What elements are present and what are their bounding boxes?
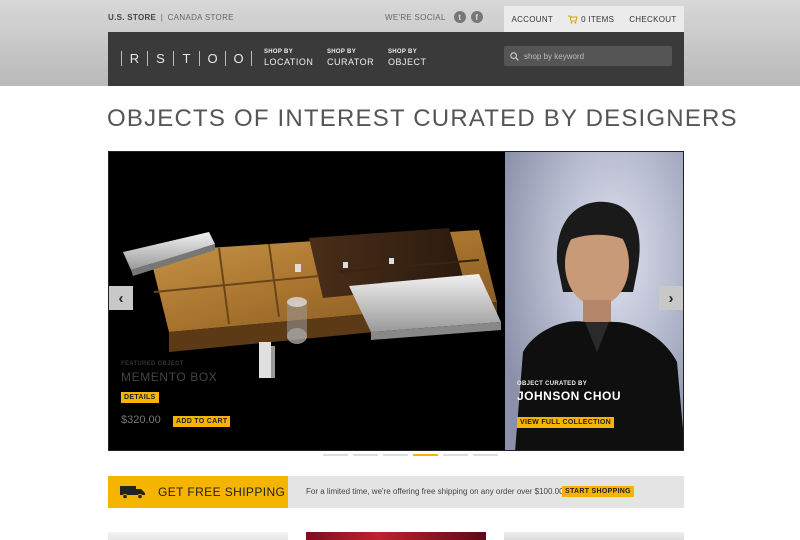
nav-link-big: LOCATION	[264, 57, 314, 67]
chevron-left-icon: ‹	[118, 289, 124, 307]
truck-icon	[120, 486, 145, 499]
nav-link-big: OBJECT	[388, 57, 427, 67]
account-link[interactable]: ACCOUNT	[511, 15, 553, 24]
logo[interactable]: R S T O O	[118, 51, 255, 66]
hero-carousel: FEATURED OBJECT MEMENTO BOX DETAILS $320…	[108, 151, 684, 451]
free-shipping-callout: GET FREE SHIPPING	[108, 476, 288, 508]
store-separator: |	[160, 13, 164, 22]
page-headline: OBJECTS OF INTEREST CURATED BY DESIGNERS	[107, 105, 738, 132]
details-button[interactable]: DETAILS	[121, 392, 159, 403]
carousel-next-arrow[interactable]: ›	[659, 286, 683, 310]
nav-shop-by-curator[interactable]: SHOP BY CURATOR	[327, 49, 374, 67]
twitter-icon[interactable]: t	[453, 11, 466, 23]
free-shipping-text: For a limited time, we're offering free …	[306, 487, 566, 496]
curator-panel: OBJECT CURATED BY JOHNSON CHOU VIEW FULL…	[505, 152, 683, 450]
carousel-pager	[323, 454, 498, 456]
nav-shop-by-location[interactable]: SHOP BY LOCATION	[264, 49, 313, 67]
logo-letter: T	[182, 51, 191, 66]
store-switcher: U.S. STORE | CANADA STORE	[108, 13, 234, 22]
start-shopping-button[interactable]: START SHOPPING	[562, 486, 634, 497]
featured-price: $320.00	[121, 414, 161, 426]
carousel-dot[interactable]	[443, 454, 468, 456]
nav-link-small: SHOP BY	[327, 49, 356, 55]
social-links: WE'RE SOCIAL t f	[385, 11, 483, 23]
search-icon	[510, 51, 519, 61]
cart-count: 0 ITEMS	[581, 14, 615, 24]
featured-object-panel: FEATURED OBJECT MEMENTO BOX DETAILS $320…	[109, 152, 505, 450]
memento-box-image	[123, 228, 501, 378]
carousel-dot[interactable]	[473, 454, 498, 456]
nav-link-small: SHOP BY	[264, 49, 293, 55]
social-label: WE'RE SOCIAL	[385, 12, 446, 22]
nav-link-small: SHOP BY	[388, 49, 417, 55]
product-thumbnail[interactable]	[108, 532, 288, 540]
carousel-dot[interactable]	[323, 454, 348, 456]
us-store-link[interactable]: U.S. STORE	[108, 13, 156, 22]
nav-link-big: CURATOR	[327, 57, 375, 67]
logo-letter: S	[156, 51, 165, 66]
carousel-dot[interactable]	[353, 454, 378, 456]
logo-divider	[121, 51, 122, 66]
logo-letter: O	[233, 51, 244, 66]
search-box	[504, 46, 672, 66]
facebook-icon[interactable]: f	[470, 11, 483, 23]
logo-letter: R	[129, 51, 140, 66]
carousel-prev-arrow[interactable]: ‹	[109, 286, 133, 310]
logo-divider	[225, 51, 226, 66]
cart-icon	[568, 15, 578, 24]
featured-object-title: MEMENTO BOX	[121, 370, 218, 384]
logo-divider	[147, 51, 148, 66]
chevron-right-icon: ›	[668, 289, 674, 307]
curator-name: JOHNSON CHOU	[517, 389, 622, 403]
curator-portrait	[515, 201, 683, 450]
logo-divider	[199, 51, 200, 66]
checkout-link[interactable]: CHECKOUT	[629, 15, 676, 24]
account-bar: ACCOUNT 0 ITEMS CHECKOUT	[504, 6, 684, 32]
search-input[interactable]	[524, 51, 664, 61]
cart-link[interactable]: 0 ITEMS	[568, 15, 614, 24]
main-nav: R S T O O SHOP BY LOCATION SHOP BY CURAT…	[108, 32, 684, 86]
carousel-dot[interactable]	[383, 454, 408, 456]
add-to-cart-button[interactable]: ADD TO CART	[173, 416, 231, 427]
view-full-collection-button[interactable]: VIEW FULL COLLECTION	[517, 417, 615, 428]
logo-divider	[251, 51, 252, 66]
logo-letter: O	[207, 51, 218, 66]
canada-store-link[interactable]: CANADA STORE	[168, 13, 234, 22]
logo-divider	[173, 51, 174, 66]
curated-by-label: OBJECT CURATED BY	[517, 381, 587, 387]
nav-shop-by-object[interactable]: SHOP BY OBJECT	[388, 49, 427, 67]
free-shipping-banner: GET FREE SHIPPING For a limited time, we…	[108, 476, 684, 508]
free-shipping-title: GET FREE SHIPPING	[158, 485, 286, 499]
featured-object-label: FEATURED OBJECT	[121, 361, 184, 367]
carousel-dot-active[interactable]	[413, 454, 438, 456]
product-thumbnail[interactable]	[504, 532, 684, 540]
product-thumbnail[interactable]	[306, 532, 486, 540]
